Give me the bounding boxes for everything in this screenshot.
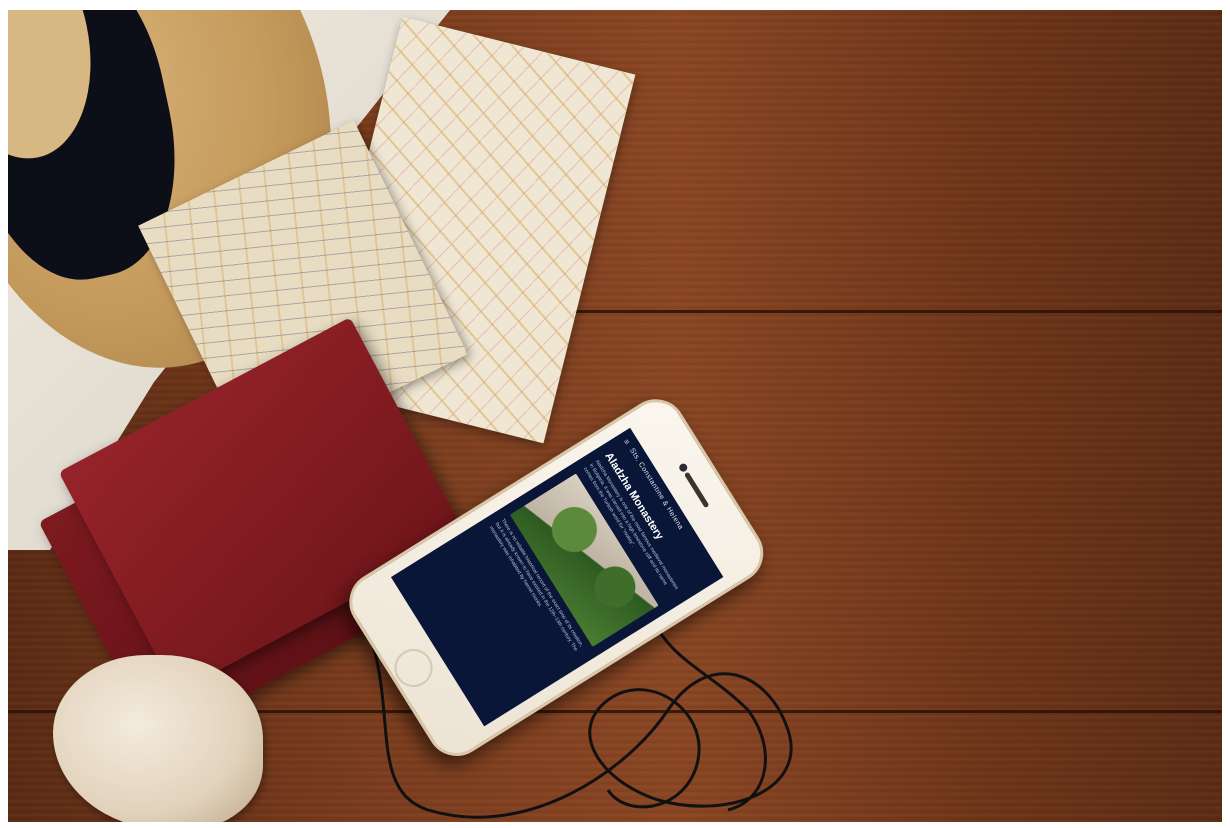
menu-icon[interactable]: ≡ (622, 438, 632, 447)
earphones-icon (366, 609, 793, 819)
photo-scene: ≡ Sts. Constantine & Helena Aladzha Mona… (8, 10, 1222, 822)
speaker-grille (683, 471, 710, 509)
